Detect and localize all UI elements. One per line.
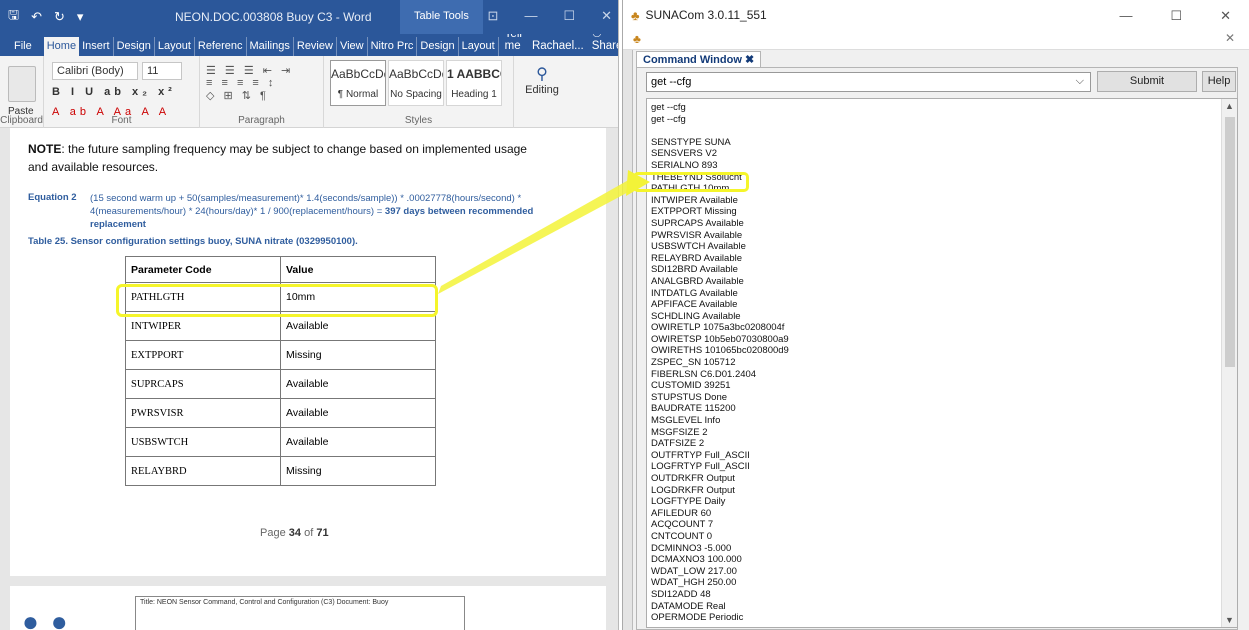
pointer-arrow [438,170,650,294]
